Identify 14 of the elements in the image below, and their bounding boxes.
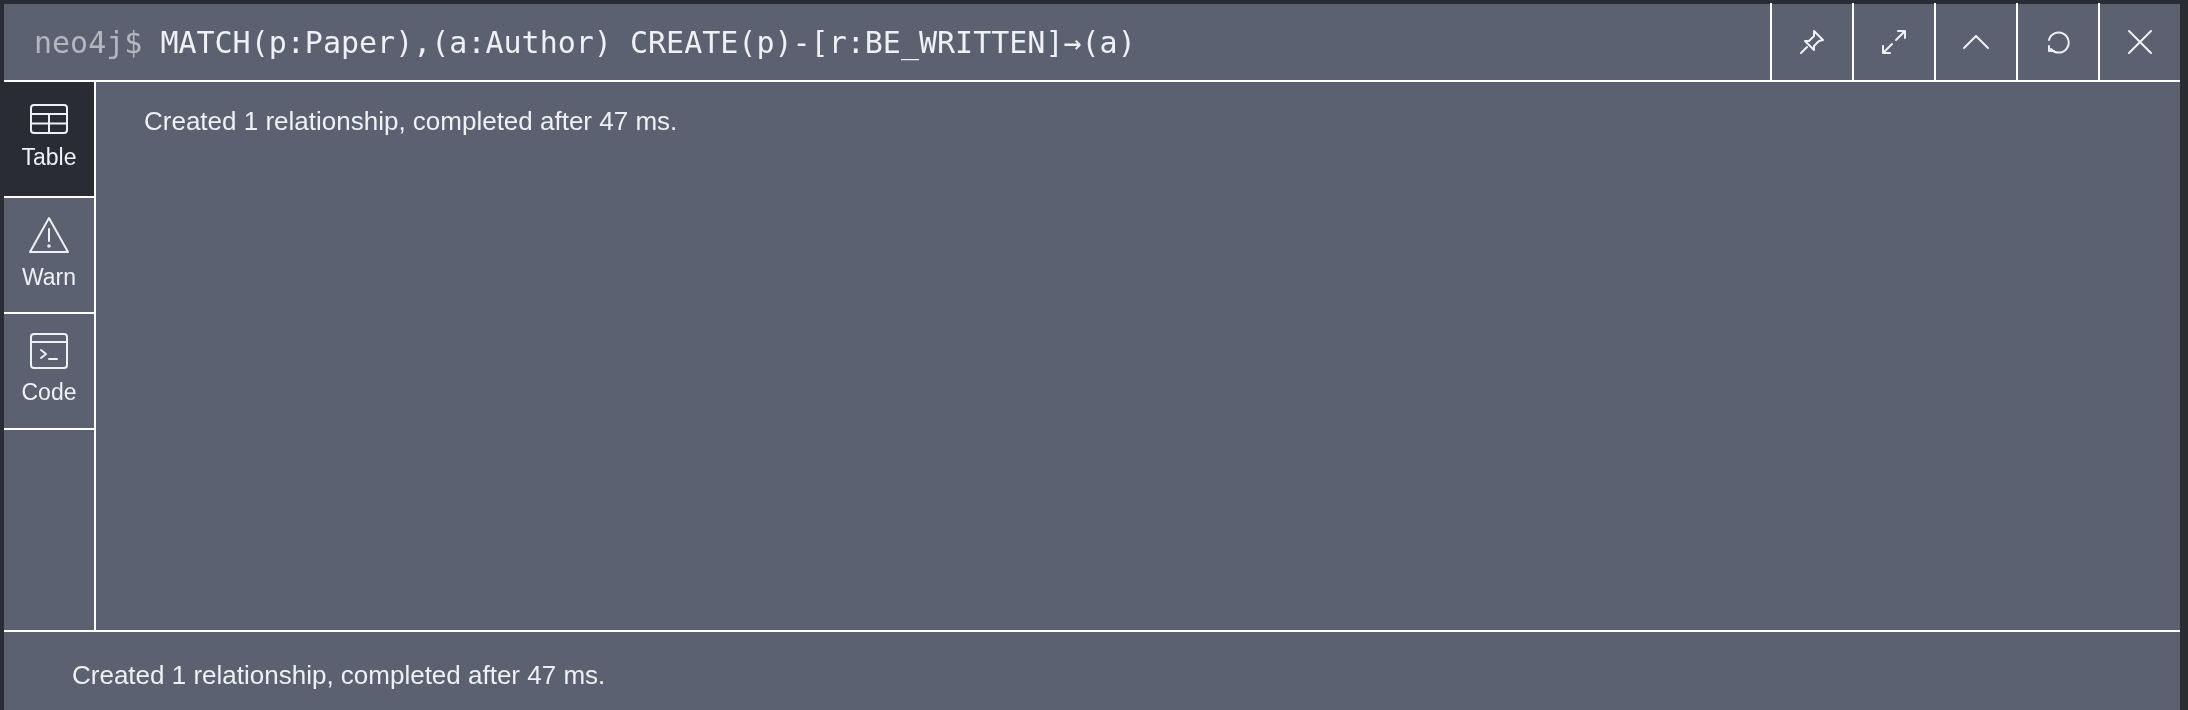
expand-icon: [1880, 28, 1908, 56]
result-message: Created 1 relationship, completed after 47 ms.: [143, 105, 679, 138]
chevron-up-icon: [1962, 34, 1990, 50]
prompt: neo4j$: [34, 24, 143, 60]
table-icon: [30, 103, 68, 134]
query-text: MATCH(p:Paper),(a:Author) CREATE(p)-[r:BE_WRITTEN]→(a): [160, 24, 1136, 60]
view-tab[interactable]: Warn: [4, 198, 94, 314]
close-icon: [2126, 28, 2154, 56]
view-tab[interactable]: Code: [4, 314, 94, 430]
terminal-icon: [30, 332, 68, 369]
warning-icon: [28, 215, 70, 254]
pin-icon: [1798, 28, 1826, 56]
view-tab[interactable]: Table: [4, 82, 94, 198]
status-message: Created 1 relationship, completed after 47 ms.: [71, 659, 607, 692]
